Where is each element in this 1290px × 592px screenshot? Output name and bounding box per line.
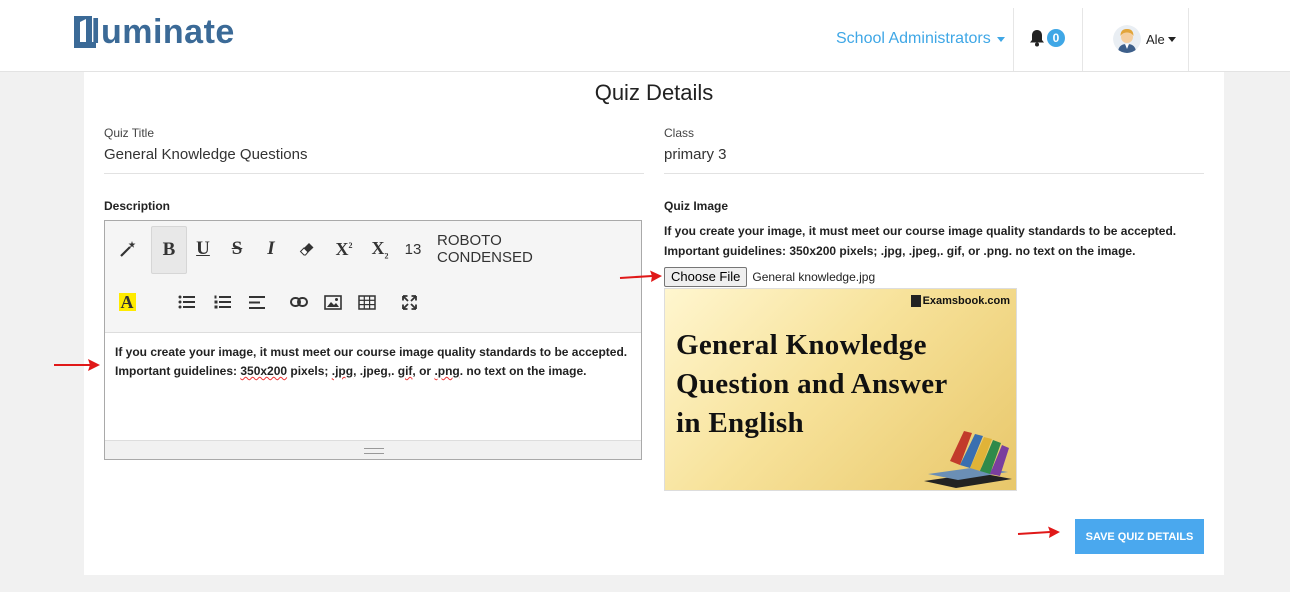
- preview-line-1: General Knowledge: [676, 329, 927, 361]
- editor-text-segment: . no text on the image.: [459, 364, 587, 378]
- preview-line-3: in English: [676, 407, 804, 439]
- save-quiz-details-button[interactable]: SAVE QUIZ DETAILS: [1075, 519, 1204, 554]
- annotation-arrow-icon: [619, 270, 662, 282]
- table-icon: [358, 294, 376, 310]
- unordered-list-button[interactable]: [173, 284, 201, 320]
- ordered-list-icon: [214, 295, 231, 309]
- annotation-arrow-icon: [1017, 526, 1060, 538]
- table-button[interactable]: [353, 284, 381, 320]
- eraser-button[interactable]: [293, 231, 321, 267]
- quiz-title-label: Quiz Title: [104, 126, 155, 140]
- books-icon: [924, 431, 1012, 488]
- user-menu[interactable]: Ale: [1113, 25, 1176, 53]
- strikethrough-button[interactable]: S: [223, 231, 251, 267]
- nav-divider: [1082, 8, 1083, 71]
- grip-icon: [364, 448, 384, 454]
- preview-brand-text: Examsbook.com: [922, 295, 1010, 307]
- class-label: Class: [664, 126, 695, 140]
- description-editor: B U S I X2 X2 13 ROBOTO CONDENSED A If y…: [104, 220, 642, 460]
- bold-icon: B: [162, 239, 176, 260]
- underline-icon: U: [196, 238, 210, 259]
- bell-icon: [1030, 30, 1044, 47]
- quiz-image-guidelines: If you create your image, it must meet o…: [664, 224, 1177, 258]
- editor-text-segment: gif: [397, 364, 413, 378]
- unordered-list-icon: [178, 295, 195, 309]
- annotation-arrow-icon: [54, 359, 100, 371]
- chevron-down-icon: [1167, 36, 1176, 42]
- editor-text-segment: , .jpeg,.: [353, 364, 398, 378]
- text-color-button[interactable]: A: [113, 284, 141, 320]
- align-button[interactable]: [243, 284, 271, 320]
- preview-brand: Examsbook.com: [910, 295, 1010, 307]
- image-button[interactable]: [319, 284, 347, 320]
- notification-count-badge: 0: [1047, 29, 1065, 47]
- description-label: Description: [104, 199, 171, 213]
- editor-text-segment: .png: [434, 364, 460, 378]
- ordered-list-button[interactable]: [209, 284, 237, 320]
- strikethrough-icon: S: [231, 238, 243, 259]
- editor-content[interactable]: If you create your image, it must meet o…: [115, 343, 635, 381]
- editor-resize-handle[interactable]: [105, 440, 641, 459]
- eraser-icon: [299, 243, 314, 256]
- choose-file-button[interactable]: Choose File: [664, 267, 748, 287]
- user-name: Ale: [1146, 31, 1165, 47]
- bold-button[interactable]: B: [151, 226, 187, 274]
- underline-button[interactable]: U: [189, 231, 217, 267]
- role-dropdown-label: School Administrators: [836, 30, 991, 47]
- editor-toolbar: B U S I X2 X2 13 ROBOTO CONDENSED A: [105, 221, 641, 333]
- nav-divider: [1013, 8, 1014, 71]
- subscript-icon: X2: [371, 237, 389, 261]
- superscript-icon: X2: [335, 238, 353, 259]
- fullscreen-icon: [401, 294, 417, 310]
- chevron-down-icon: [996, 36, 1005, 42]
- quiz-image-label: Quiz Image: [664, 199, 729, 213]
- page-title: Quiz Details: [594, 80, 714, 105]
- quiz-details-card: Quiz Details Quiz Title General Knowledg…: [84, 72, 1224, 575]
- font-size-select[interactable]: 13: [401, 231, 425, 267]
- superscript-button[interactable]: X2: [329, 231, 359, 267]
- image-icon: [324, 294, 342, 310]
- italic-icon: I: [267, 238, 275, 259]
- italic-button[interactable]: I: [257, 231, 285, 267]
- selected-file-name: General knowledge.jpg: [752, 270, 876, 284]
- file-input: Choose File General knowledge.jpg: [664, 267, 875, 287]
- notifications-button[interactable]: 0: [1029, 29, 1065, 47]
- luminate-logo[interactable]: luminate: [72, 11, 235, 53]
- editor-text-segment: pixels;: [287, 364, 332, 378]
- top-navbar: luminate School Administrators 0 Ale: [0, 0, 1290, 72]
- editor-text-segment: , or: [412, 364, 435, 378]
- preview-line-2: Question and Answer: [676, 368, 948, 400]
- text-color-icon: A: [118, 292, 136, 312]
- logo-text: luminate: [91, 13, 235, 51]
- font-family-select[interactable]: ROBOTO CONDENSED: [437, 231, 585, 267]
- link-icon: [290, 297, 308, 307]
- fullscreen-button[interactable]: [395, 284, 423, 320]
- examsbook-logo-icon: [910, 295, 921, 307]
- quiz-title-input[interactable]: General Knowledge Questions: [104, 144, 644, 174]
- nav-divider: [1188, 8, 1189, 71]
- avatar: [1113, 25, 1141, 53]
- editor-text-segment: 350x200: [240, 364, 288, 378]
- role-dropdown[interactable]: School Administrators: [836, 30, 1005, 48]
- quiz-image-preview: Examsbook.com General Knowledge Question…: [664, 288, 1017, 491]
- class-input[interactable]: primary 3: [664, 144, 1204, 174]
- magic-wand-icon: [120, 241, 136, 257]
- link-button[interactable]: [285, 284, 313, 320]
- magic-wand-button[interactable]: [113, 231, 143, 267]
- subscript-button[interactable]: X2: [365, 231, 395, 267]
- align-left-icon: [249, 295, 265, 309]
- editor-text-segment: .jpg: [331, 364, 354, 378]
